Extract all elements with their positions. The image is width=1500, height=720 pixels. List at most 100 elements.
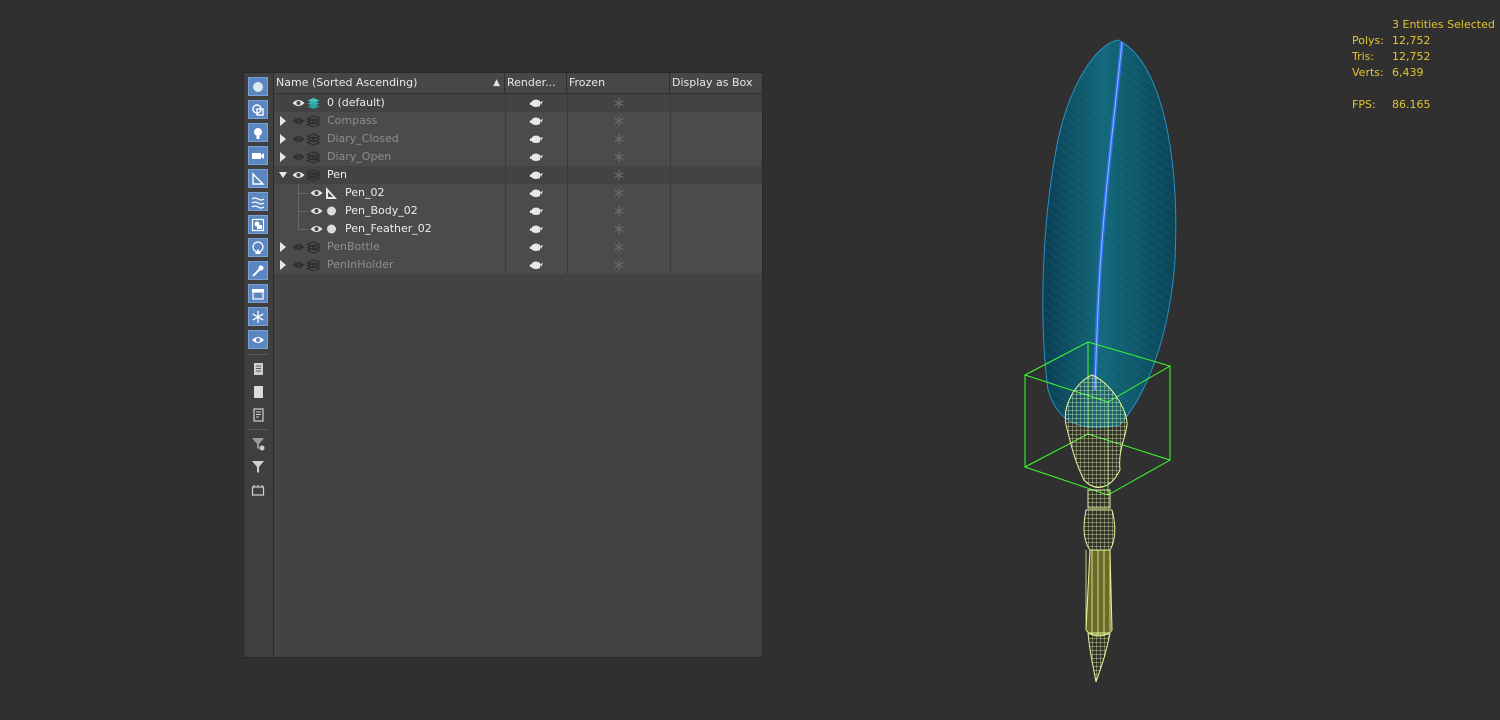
visibility-eye-icon[interactable] — [292, 152, 305, 162]
column-header-render[interactable]: Render... — [505, 73, 567, 93]
layer-icon — [307, 151, 320, 164]
display-as-box-cell[interactable] — [670, 220, 764, 238]
display-as-box-cell[interactable] — [670, 184, 764, 202]
renderable-cell[interactable] — [505, 220, 568, 238]
visibility-eye-icon[interactable] — [292, 134, 305, 144]
scene-row-label[interactable]: Pen_Body_02 — [345, 202, 418, 220]
scene-row[interactable]: PenBottle — [274, 238, 762, 256]
renderable-cell[interactable] — [505, 130, 568, 148]
column-header-name[interactable]: Name (Sorted Ascending) ▲ — [274, 73, 505, 93]
expand-arrow-icon[interactable] — [279, 116, 287, 126]
layer-icon — [307, 169, 320, 182]
visibility-eye-icon[interactable] — [292, 98, 305, 108]
scene-row-label[interactable]: Pen_02 — [345, 184, 384, 202]
scene-row[interactable]: Diary_Open — [274, 148, 762, 166]
select-none-icon[interactable] — [248, 382, 268, 401]
scene-row[interactable]: Pen_02 — [274, 184, 762, 202]
select-invert-icon[interactable] — [248, 405, 268, 424]
filter-icon[interactable] — [248, 457, 268, 476]
snowflake-frozen-icon — [613, 170, 624, 180]
bones-filter-icon[interactable] — [248, 261, 268, 280]
scene-row-label[interactable]: Compass — [327, 112, 377, 130]
renderable-cell[interactable] — [505, 238, 568, 256]
display-as-box-cell[interactable] — [670, 238, 764, 256]
expand-arrow-icon[interactable] — [279, 242, 287, 252]
visibility-eye-icon[interactable] — [310, 188, 323, 198]
scene-row-label[interactable]: Diary_Closed — [327, 130, 399, 148]
frozen-cell[interactable] — [567, 166, 671, 184]
scene-row[interactable]: Diary_Closed — [274, 130, 762, 148]
shapes-filter-icon[interactable] — [248, 100, 268, 119]
scene-row-label[interactable]: 0 (default) — [327, 94, 385, 112]
scene-row[interactable]: PenInHolder — [274, 256, 762, 274]
scene-row-label[interactable]: Diary_Open — [327, 148, 391, 166]
column-header-name-label: Name (Sorted Ascending) — [276, 76, 418, 89]
frozen-cell[interactable] — [567, 148, 671, 166]
display-as-box-cell[interactable] — [670, 130, 764, 148]
renderable-cell[interactable] — [505, 184, 568, 202]
display-as-box-cell[interactable] — [670, 256, 764, 274]
visibility-eye-icon[interactable] — [292, 260, 305, 270]
layer-icon — [307, 133, 320, 146]
scene-explorer-toolbar — [244, 73, 274, 657]
pen-body-mesh — [1064, 374, 1128, 683]
display-as-box-cell[interactable] — [670, 94, 764, 112]
frozen-cell[interactable] — [567, 112, 671, 130]
frozen-cell[interactable] — [567, 184, 671, 202]
lights-filter-icon[interactable] — [248, 123, 268, 142]
scene-row[interactable]: Compass — [274, 112, 762, 130]
frozen-cell[interactable] — [567, 94, 671, 112]
frozen-cell[interactable] — [567, 202, 671, 220]
frozen-cell[interactable] — [567, 130, 671, 148]
scene-explorer-grid: Name (Sorted Ascending) ▲ Render... Froz… — [274, 73, 762, 657]
expand-arrow-icon[interactable] — [279, 260, 287, 270]
groups-filter-icon[interactable] — [248, 215, 268, 234]
scene-row-label[interactable]: Pen — [327, 166, 347, 184]
xrefs-filter-icon[interactable] — [248, 238, 268, 257]
visibility-eye-icon[interactable] — [292, 170, 305, 180]
filter-settings-icon[interactable] — [248, 434, 268, 453]
column-header-frozen[interactable]: Frozen — [567, 73, 670, 93]
visibility-eye-icon[interactable] — [292, 116, 305, 126]
renderable-cell[interactable] — [505, 256, 568, 274]
scene-row-label[interactable]: PenBottle — [327, 238, 380, 256]
renderable-cell[interactable] — [505, 166, 568, 184]
frozen-cell[interactable] — [567, 256, 671, 274]
visibility-eye-icon[interactable] — [310, 224, 323, 234]
renderable-cell[interactable] — [505, 112, 568, 130]
frozen-filter-icon[interactable] — [248, 307, 268, 326]
display-as-box-cell[interactable] — [670, 202, 764, 220]
space-warps-filter-icon[interactable] — [248, 192, 268, 211]
scene-row[interactable]: 0 (default) — [274, 94, 762, 112]
3d-viewport[interactable]: Name (Sorted Ascending) ▲ Render... Froz… — [0, 0, 1500, 720]
visibility-eye-icon[interactable] — [292, 242, 305, 252]
snowflake-frozen-icon — [613, 98, 624, 108]
scene-row-label[interactable]: Pen_Feather_02 — [345, 220, 432, 238]
column-header-display-as-box[interactable]: Display as Box — [670, 73, 764, 93]
display-as-box-cell[interactable] — [670, 148, 764, 166]
containers-filter-icon[interactable] — [248, 284, 268, 303]
scene-row[interactable]: Pen_Feather_02 — [274, 220, 762, 238]
helpers-filter-icon[interactable] — [248, 169, 268, 188]
display-as-box-cell[interactable] — [670, 166, 764, 184]
verts-value: 6,439 — [1392, 66, 1424, 79]
expand-arrow-icon[interactable] — [279, 134, 287, 144]
display-as-box-cell[interactable] — [670, 112, 764, 130]
visibility-eye-icon[interactable] — [310, 206, 323, 216]
layer-explorer-icon[interactable] — [248, 480, 268, 499]
quill-pen-model[interactable] — [1000, 30, 1200, 700]
scene-row-label[interactable]: PenInHolder — [327, 256, 394, 274]
scene-row[interactable]: Pen — [274, 166, 762, 184]
select-all-icon[interactable] — [248, 359, 268, 378]
renderable-cell[interactable] — [505, 148, 568, 166]
frozen-cell[interactable] — [567, 220, 671, 238]
renderable-cell[interactable] — [505, 94, 568, 112]
hidden-filter-icon[interactable] — [248, 330, 268, 349]
scene-row[interactable]: Pen_Body_02 — [274, 202, 762, 220]
cameras-filter-icon[interactable] — [248, 146, 268, 165]
renderable-cell[interactable] — [505, 202, 568, 220]
geometry-filter-icon[interactable] — [248, 77, 268, 96]
collapse-arrow-icon[interactable] — [279, 170, 287, 180]
frozen-cell[interactable] — [567, 238, 671, 256]
expand-arrow-icon[interactable] — [279, 152, 287, 162]
